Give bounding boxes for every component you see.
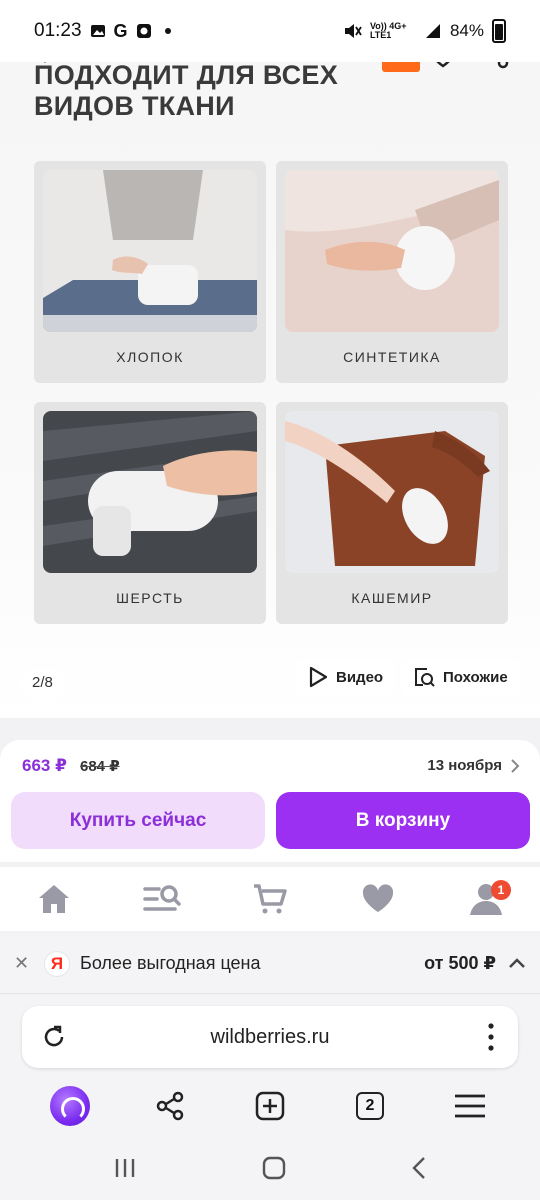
similar-search-icon — [415, 668, 435, 687]
profile-badge: 1 — [491, 880, 511, 900]
banner-price: от 500 ₽ — [424, 953, 496, 973]
back-icon[interactable] — [411, 1156, 427, 1180]
gallery-notification-icon — [90, 25, 105, 37]
favorites-icon — [362, 884, 394, 912]
tabs-count: 2 — [356, 1092, 384, 1120]
nav-home[interactable] — [29, 874, 79, 924]
share-icon — [156, 1091, 184, 1121]
banner-text: Более выгодная цена — [80, 953, 261, 973]
product-gallery[interactable]: ПОДХОДИТ ДЛЯ ВСЕХ ВИДОВ ТКАНИ ХЛОПОК СИН… — [0, 62, 540, 718]
recent-apps-icon[interactable] — [113, 1157, 137, 1179]
status-time: 01:23 — [34, 20, 82, 41]
chevron-up-icon[interactable] — [508, 955, 526, 973]
system-navigation — [0, 1136, 540, 1200]
home-icon — [39, 885, 69, 913]
delivery-date-link[interactable]: 13 ноября — [427, 757, 520, 774]
cotton-photo — [43, 170, 257, 332]
buy-now-button[interactable]: Купить сейчас — [11, 792, 265, 849]
battery-icon — [492, 19, 506, 43]
close-icon[interactable]: ✕ — [14, 953, 30, 974]
home-button-icon[interactable] — [262, 1156, 286, 1180]
yandex-logo: Я — [44, 950, 70, 977]
url-text[interactable]: wildberries.ru — [22, 1006, 518, 1068]
fabric-label: ХЛОПОК — [116, 349, 184, 365]
add-to-cart-button[interactable]: В корзину — [276, 792, 530, 849]
share-button[interactable] — [148, 1084, 192, 1128]
play-icon — [309, 666, 328, 688]
cashmere-photo — [285, 411, 499, 573]
old-price: 684 ₽ — [80, 758, 120, 775]
fabric-card-wool: ШЕРСТЬ — [34, 402, 266, 624]
wool-photo — [43, 411, 257, 573]
fabric-label: КАШЕМИР — [351, 590, 433, 606]
nav-catalog[interactable] — [137, 874, 187, 924]
synthetic-photo — [285, 170, 499, 332]
similar-label: Похожие — [443, 668, 508, 686]
browser-toolbar: 2 — [0, 1076, 540, 1136]
fabric-label: СИНТЕТИКА — [343, 349, 441, 365]
fabric-label: ШЕРСТЬ — [116, 590, 184, 606]
address-bar[interactable]: wildberries.ru — [22, 1006, 518, 1068]
nav-cart[interactable] — [245, 874, 295, 924]
yandex-price-banner[interactable]: ✕ Я Более выгодная цена от 500 ₽ — [0, 934, 540, 994]
current-price: 663 ₽ — [22, 756, 67, 775]
share-icon[interactable] — [480, 62, 510, 70]
catalog-search-icon — [143, 885, 181, 911]
tabs-button[interactable]: 2 — [348, 1084, 392, 1128]
google-notification-icon: G — [113, 20, 128, 41]
more-options-icon[interactable] — [486, 1022, 496, 1052]
signal-icon — [425, 24, 440, 38]
menu-button[interactable] — [448, 1084, 492, 1128]
app-notification-icon — [136, 24, 151, 38]
fabric-card-synthetic: СИНТЕТИКА — [276, 161, 508, 383]
chevron-right-icon — [511, 758, 520, 773]
battery-percent: 84% — [449, 21, 484, 40]
address-bar-container: wildberries.ru — [0, 994, 540, 1076]
image-counter: 2/8 — [20, 669, 65, 697]
dot-icon — [164, 28, 171, 34]
network-label: Vo)) 4G+ LTE1 — [369, 21, 407, 40]
alice-icon — [50, 1086, 90, 1126]
cart-icon — [254, 884, 287, 914]
menu-icon — [455, 1094, 485, 1118]
mute-icon — [344, 24, 362, 38]
nav-favorites[interactable] — [353, 874, 403, 924]
new-tab-button[interactable] — [248, 1084, 292, 1128]
alice-button[interactable] — [48, 1084, 92, 1128]
similar-button[interactable]: Похожие — [401, 658, 520, 696]
video-button[interactable]: Видео — [296, 658, 396, 696]
nav-profile[interactable]: 1 — [461, 874, 511, 924]
promo-title: ПОДХОДИТ ДЛЯ ВСЕХ ВИДОВ ТКАНИ — [34, 62, 339, 121]
fabric-card-cotton: ХЛОПОК — [34, 161, 266, 383]
fabric-card-cashmere: КАШЕМИР — [276, 402, 508, 624]
video-label: Видео — [336, 668, 384, 686]
delivery-date: 13 ноября — [427, 757, 502, 774]
status-bar: 01:23 G Vo)) 4G+ LTE1 84% — [0, 0, 540, 62]
purchase-panel: 663 ₽ 684 ₽ 13 ноября Купить сейчас В ко… — [0, 740, 540, 862]
add-tab-icon — [255, 1091, 285, 1121]
bottom-navigation: 1 — [0, 867, 540, 931]
